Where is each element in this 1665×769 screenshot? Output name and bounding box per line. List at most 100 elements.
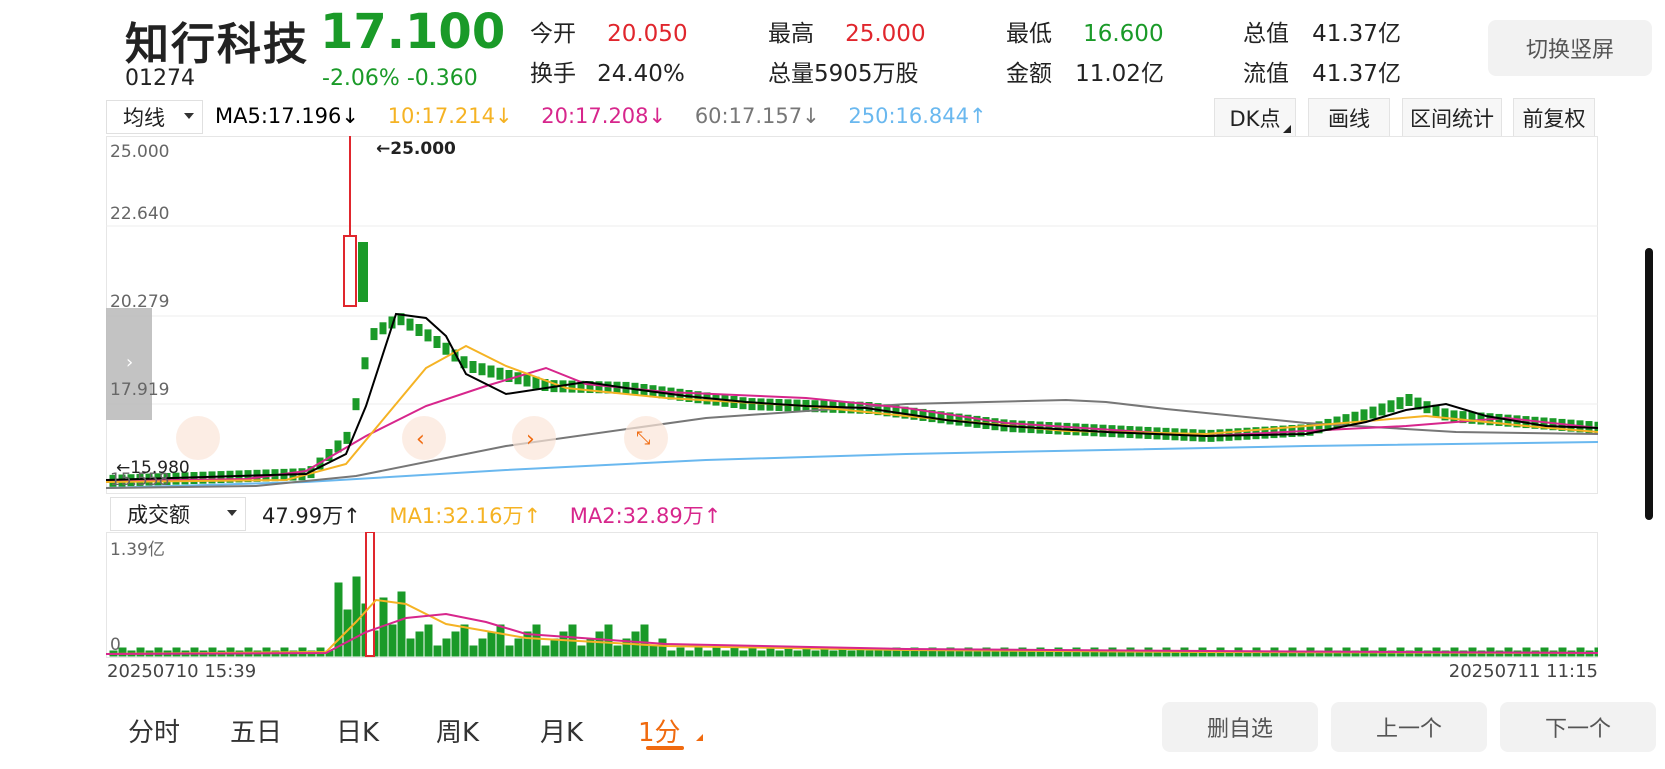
active-tab-indicator xyxy=(646,746,684,750)
volume-bar xyxy=(190,647,199,657)
adjust-button[interactable]: 前复权 xyxy=(1513,98,1595,138)
volume-bar xyxy=(433,645,442,657)
volume-bar xyxy=(514,638,523,657)
volume-bar xyxy=(955,650,964,657)
volume-values: 47.99万↑ MA1:32.16万↑ MA2:32.89万↑ xyxy=(262,500,721,530)
volume-bar xyxy=(703,650,712,657)
volume-bar xyxy=(415,631,424,657)
volume-bar xyxy=(523,631,532,657)
volume-bar xyxy=(496,624,505,657)
stat-market-cap: 总值 41.37亿 xyxy=(1243,21,1401,47)
stat-volume: 总量5905万股 xyxy=(768,61,919,87)
chevron-down-icon xyxy=(227,510,237,516)
volume-bar xyxy=(577,645,586,657)
candle xyxy=(532,376,540,389)
volume-bar xyxy=(829,650,838,657)
tab-intraday[interactable]: 分时 xyxy=(128,712,180,749)
volume-bar xyxy=(406,638,415,657)
candle xyxy=(424,329,432,342)
range-stats-button[interactable]: 区间统计 xyxy=(1402,98,1502,138)
draw-line-button[interactable]: 画线 xyxy=(1308,98,1390,138)
volume-bar xyxy=(883,650,892,657)
ma20-value: 20:17.208↓ xyxy=(541,104,667,128)
candle xyxy=(361,357,369,370)
candle xyxy=(370,328,378,341)
candlestick-chart[interactable]: › ‹ › ⤡ xyxy=(106,136,1598,494)
volume-bar xyxy=(487,631,496,657)
candle xyxy=(406,318,414,331)
stock-name: 知行科技 xyxy=(125,19,309,70)
tab-weekly-k[interactable]: 周K xyxy=(436,712,479,749)
remove-favorite-button[interactable]: 删自选 xyxy=(1162,702,1318,752)
candle xyxy=(748,398,756,411)
candle xyxy=(496,367,504,380)
candle xyxy=(514,372,522,385)
change-amount: -0.360 xyxy=(406,66,478,91)
volume-bar xyxy=(505,645,514,657)
volume-bar xyxy=(739,650,748,657)
volume-bar xyxy=(766,647,775,657)
volume-bar xyxy=(388,624,397,657)
candle xyxy=(1378,403,1386,416)
volume-bar xyxy=(442,638,451,657)
next-button[interactable]: 下一个 xyxy=(1500,702,1656,752)
corner-triangle-icon xyxy=(1283,125,1291,133)
tab-five-day[interactable]: 五日 xyxy=(230,712,282,749)
ma60-value: 60:17.157↓ xyxy=(694,104,820,128)
volume-bar xyxy=(748,647,757,657)
svg-text:⤡: ⤡ xyxy=(636,428,650,449)
volume-bar xyxy=(667,650,676,657)
volume-bar xyxy=(937,650,946,657)
stat-turnover: 换手 24.40% xyxy=(530,61,685,87)
previous-button[interactable]: 上一个 xyxy=(1331,702,1487,752)
volume-bar xyxy=(757,650,766,657)
chevron-down-icon xyxy=(184,113,194,119)
volume-ma1: MA1:32.16万↑ xyxy=(389,504,542,528)
time-axis-start: 20250710 15:39 xyxy=(107,661,257,682)
ma-select[interactable]: 均线 xyxy=(106,100,203,134)
candle xyxy=(1432,404,1440,417)
volume-bar xyxy=(973,650,982,657)
candle xyxy=(1405,394,1413,406)
time-axis-end: 20250711 11:15 xyxy=(1448,661,1598,682)
volume-bar xyxy=(730,647,739,657)
candle xyxy=(487,365,495,378)
volume-chart[interactable] xyxy=(106,532,1598,658)
candle xyxy=(1387,400,1395,413)
max-price-marker: ←25.000 xyxy=(376,139,456,159)
volume-bar xyxy=(397,591,406,657)
volume-bar xyxy=(1009,650,1018,657)
candle xyxy=(442,342,450,355)
tab-1min[interactable]: 1分 xyxy=(638,712,681,749)
svg-text:›: › xyxy=(126,352,133,373)
volume-bar xyxy=(532,624,541,657)
volume-bar xyxy=(424,624,433,657)
volume-bar xyxy=(712,647,721,657)
volume-bar xyxy=(991,650,1000,657)
dk-point-button[interactable]: DK点 xyxy=(1214,98,1296,138)
tab-daily-k[interactable]: 日K xyxy=(336,712,379,749)
volume-bar xyxy=(478,638,487,657)
stat-open: 今开 20.050 xyxy=(530,21,688,47)
volume-bar xyxy=(649,645,658,657)
tab-monthly-k[interactable]: 月K xyxy=(540,712,583,749)
volume-bar xyxy=(541,645,550,657)
price-axis-label: 20.279 xyxy=(110,292,170,312)
stat-amount: 金额 11.02亿 xyxy=(1006,61,1164,87)
candle xyxy=(433,336,441,348)
candle xyxy=(1396,397,1404,410)
volume-bar xyxy=(208,647,217,657)
volume-bar xyxy=(694,647,703,657)
volume-bar xyxy=(721,650,730,657)
volume-bar xyxy=(154,647,163,657)
volume-bar xyxy=(460,624,469,657)
switch-portrait-button[interactable]: 切换竖屏 xyxy=(1488,20,1652,76)
volume-bar xyxy=(352,576,361,657)
candle xyxy=(343,431,351,444)
volume-bar xyxy=(775,650,784,657)
volume-indicator-select[interactable]: 成交额 xyxy=(110,497,246,531)
volume-bar xyxy=(865,650,874,657)
volume-axis-label: 1.39亿 xyxy=(110,540,165,560)
scrollbar[interactable] xyxy=(1645,248,1653,520)
volume-ma2: MA2:32.89万↑ xyxy=(569,504,722,528)
